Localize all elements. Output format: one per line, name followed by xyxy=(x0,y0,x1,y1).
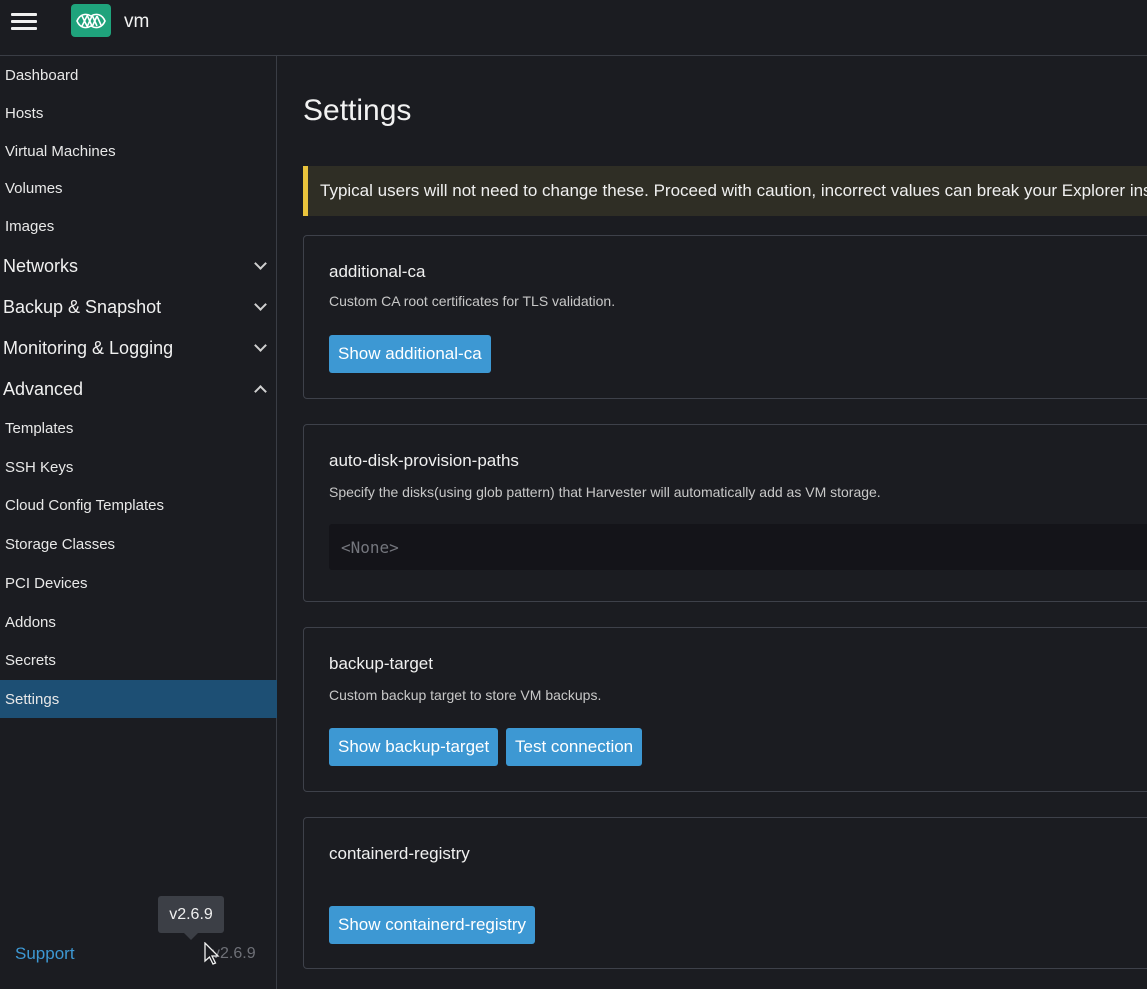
sidebar-item-label: PCI Devices xyxy=(5,574,88,592)
setting-card-auto-disk-provision-paths: auto-disk-provision-paths Specify the di… xyxy=(303,424,1147,602)
sidebar-item-label: Addons xyxy=(5,613,56,631)
setting-description: Specify the disks(using glob pattern) th… xyxy=(329,484,881,500)
setting-card-backup-target: backup-target Custom backup target to st… xyxy=(303,627,1147,792)
setting-name: containerd-registry xyxy=(329,844,470,863)
sidebar-item-addons[interactable]: Addons xyxy=(0,603,277,641)
cluster-name: vm xyxy=(124,11,150,32)
sidebar-item-ssh-keys[interactable]: SSH Keys xyxy=(0,448,277,486)
chevron-down-icon xyxy=(254,339,267,352)
show-backup-target-button[interactable]: Show backup-target xyxy=(329,728,499,766)
sidebar-group-label: Backup & Snapshot xyxy=(3,296,162,317)
sidebar-group-label: Monitoring & Logging xyxy=(3,337,174,358)
support-link[interactable]: Support xyxy=(15,944,75,964)
harvester-logo-icon xyxy=(76,13,106,28)
sidebar-group-monitoring-logging[interactable]: Monitoring & Logging xyxy=(0,328,277,368)
sidebar-item-label: Virtual Machines xyxy=(5,142,116,160)
setting-card-additional-ca: additional-ca Custom CA root certificate… xyxy=(303,235,1147,399)
sidebar-item-volumes[interactable]: Volumes xyxy=(0,169,277,207)
sidebar-item-pci-devices[interactable]: PCI Devices xyxy=(0,564,277,602)
setting-name: additional-ca xyxy=(329,262,426,281)
sidebar-item-dashboard[interactable]: Dashboard xyxy=(0,56,277,94)
sidebar-item-virtual-machines[interactable]: Virtual Machines xyxy=(0,132,277,170)
setting-name: backup-target xyxy=(329,654,433,673)
sidebar-item-label: Secrets xyxy=(5,651,56,669)
setting-description: Custom CA root certificates for TLS vali… xyxy=(329,293,616,309)
sidebar-item-settings[interactable]: Settings xyxy=(0,680,277,718)
hamburger-menu-icon[interactable] xyxy=(11,12,37,32)
sidebar-item-storage-classes[interactable]: Storage Classes xyxy=(0,525,277,563)
sidebar-group-backup-snapshot[interactable]: Backup & Snapshot xyxy=(0,287,277,327)
setting-description: Custom backup target to store VM backups… xyxy=(329,687,602,703)
sidebar-item-label: Dashboard xyxy=(5,66,79,84)
sidebar: Dashboard Hosts Virtual Machines Volumes… xyxy=(0,56,277,989)
show-containerd-registry-button[interactable]: Show containerd-registry xyxy=(329,906,536,944)
warning-banner: Typical users will not need to change th… xyxy=(303,166,1147,216)
sidebar-group-label: Advanced xyxy=(3,378,84,399)
sidebar-item-label: Images xyxy=(5,217,55,235)
sidebar-item-secrets[interactable]: Secrets xyxy=(0,641,277,679)
top-header: vm xyxy=(0,0,1147,56)
show-additional-ca-button[interactable]: Show additional-ca xyxy=(329,335,491,373)
chevron-up-icon xyxy=(254,385,267,398)
sidebar-item-label: SSH Keys xyxy=(5,458,74,476)
sidebar-item-label: Storage Classes xyxy=(5,535,116,553)
sidebar-group-label: Networks xyxy=(3,255,79,276)
sidebar-item-hosts[interactable]: Hosts xyxy=(0,94,277,132)
version-tooltip: v2.6.9 xyxy=(158,896,224,933)
chevron-down-icon xyxy=(254,298,267,311)
sidebar-item-templates[interactable]: Templates xyxy=(0,409,277,447)
sidebar-group-advanced[interactable]: Advanced xyxy=(0,369,277,409)
test-connection-button[interactable]: Test connection xyxy=(506,728,643,766)
harvester-logo[interactable] xyxy=(71,4,111,37)
setting-card-containerd-registry: containerd-registry Show containerd-regi… xyxy=(303,817,1147,969)
sidebar-item-cloud-config-templates[interactable]: Cloud Config Templates xyxy=(0,486,277,524)
setting-value-field: <None> xyxy=(329,524,1147,570)
chevron-down-icon xyxy=(254,257,267,270)
sidebar-item-label: Hosts xyxy=(5,104,44,122)
warning-banner-text: Typical users will not need to change th… xyxy=(320,181,1147,200)
sidebar-item-label: Settings xyxy=(5,690,60,708)
setting-name: auto-disk-provision-paths xyxy=(329,451,519,470)
sidebar-item-label: Templates xyxy=(5,419,74,437)
page-title: Settings xyxy=(303,94,412,127)
tooltip-arrow xyxy=(184,933,198,940)
mouse-cursor-icon xyxy=(204,942,220,965)
sidebar-item-label: Volumes xyxy=(5,179,63,197)
sidebar-item-label: Cloud Config Templates xyxy=(5,496,164,514)
sidebar-group-networks[interactable]: Networks xyxy=(0,246,277,286)
sidebar-item-images[interactable]: Images xyxy=(0,207,277,245)
